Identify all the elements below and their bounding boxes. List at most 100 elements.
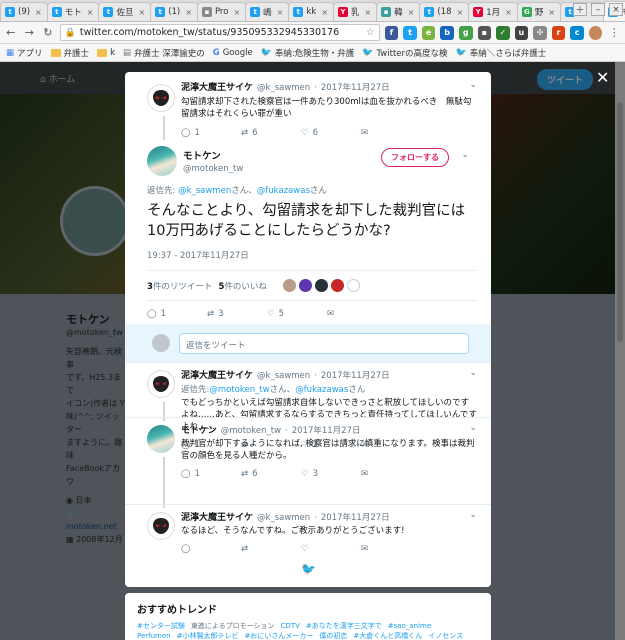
- browser-tab[interactable]: Y 1月 ×: [468, 2, 518, 21]
- reply-button[interactable]: ◯ 1: [147, 309, 203, 319]
- mention-link[interactable]: @motoken_tw: [209, 385, 269, 395]
- tab-close-icon[interactable]: ×: [505, 8, 512, 17]
- chevron-down-icon[interactable]: ⌄: [461, 150, 469, 160]
- author-handle[interactable]: @k_sawmen: [257, 513, 310, 523]
- author-handle[interactable]: @motoken_tw: [221, 426, 281, 436]
- browser-tab[interactable]: t 佐旦 ×: [98, 2, 152, 21]
- author-name[interactable]: モトケン: [181, 423, 217, 436]
- address-bar[interactable]: 🔒 twitter.com/motoken_tw/status/93509533…: [59, 24, 380, 41]
- tab-close-icon[interactable]: ×: [321, 8, 328, 17]
- author-name[interactable]: 泥濘大魔王サイケ: [181, 80, 253, 93]
- liker-avatar[interactable]: [330, 279, 344, 292]
- like-count[interactable]: 5件のいいね: [218, 280, 266, 292]
- close-modal-icon[interactable]: ✕: [596, 68, 609, 87]
- bookmark-item[interactable]: 🐦 Twitterの高度な検: [362, 47, 447, 59]
- red-extension-icon[interactable]: r: [551, 25, 566, 40]
- tab-close-icon[interactable]: ×: [138, 8, 145, 17]
- tweet-date[interactable]: 2017年11月27日: [321, 369, 390, 381]
- bookmark-item[interactable]: ▦ アプリ: [6, 47, 43, 59]
- tweet-date[interactable]: 2017年11月27日: [321, 511, 390, 523]
- motoken-avatar[interactable]: [147, 425, 175, 453]
- dm-button[interactable]: ✉: [361, 128, 417, 138]
- like-button[interactable]: ♡ 3: [301, 469, 357, 479]
- trend-link[interactable]: #センター試験: [137, 622, 185, 630]
- retweet-button[interactable]: ⇄ 6: [241, 469, 297, 479]
- reply-button[interactable]: ◯ 1: [181, 128, 237, 138]
- mention-link[interactable]: @fukazawas: [295, 385, 348, 395]
- profile-avatar-icon[interactable]: [588, 25, 603, 40]
- browser-tab[interactable]: t モト ×: [46, 2, 100, 21]
- mask-avatar[interactable]: [147, 512, 175, 540]
- browser-tab[interactable]: t 嶋 ×: [245, 2, 290, 21]
- bookmark-item[interactable]: k: [97, 48, 115, 58]
- twitter-extension-icon[interactable]: t: [403, 25, 417, 40]
- like-button[interactable]: ♡: [301, 544, 357, 554]
- liker-avatar[interactable]: [298, 279, 312, 292]
- back-icon[interactable]: ←: [4, 26, 18, 40]
- browser-tab[interactable]: t (9) ×: [0, 2, 48, 21]
- tab-close-icon[interactable]: ×: [277, 8, 284, 17]
- url-extension-icon[interactable]: u: [514, 25, 529, 40]
- trend-link[interactable]: #小林賢太郎テレビ: [177, 632, 239, 640]
- reload-icon[interactable]: ↻: [41, 26, 55, 40]
- browser-tab[interactable]: t kk ×: [288, 2, 334, 21]
- check-extension-icon[interactable]: ✓: [496, 25, 510, 40]
- chevron-down-icon[interactable]: ⌄: [469, 80, 477, 90]
- mask-avatar[interactable]: [147, 84, 175, 112]
- follow-button[interactable]: フォローする: [381, 148, 449, 167]
- chevron-down-icon[interactable]: ⌄: [469, 510, 477, 520]
- close-window-icon[interactable]: ×: [609, 3, 623, 16]
- retweet-button[interactable]: ⇄ 3: [207, 309, 263, 319]
- tab-close-icon[interactable]: ×: [457, 8, 464, 17]
- menu-icon[interactable]: ⋮: [607, 26, 621, 40]
- puzzle-extension-icon[interactable]: ✣: [533, 25, 547, 40]
- chevron-down-icon[interactable]: ⌄: [469, 423, 477, 433]
- tab-close-icon[interactable]: ×: [35, 8, 42, 17]
- tab-close-icon[interactable]: ×: [548, 8, 555, 17]
- browser-tab[interactable]: t (1) ×: [150, 2, 198, 21]
- motoken-avatar[interactable]: [147, 146, 177, 176]
- trend-link[interactable]: #sao_anime: [388, 622, 431, 630]
- browser-tab[interactable]: Y 乳 ×: [332, 2, 378, 21]
- bookmark-item[interactable]: G Google: [213, 48, 253, 58]
- dm-button[interactable]: ✉: [361, 469, 417, 479]
- reply-tweet[interactable]: モトケン @motoken_tw · 2017年11月27日 ⌄ 裁判官が却下するようにな…: [125, 423, 491, 508]
- evernote-extension-icon[interactable]: e: [421, 25, 436, 40]
- author-name[interactable]: 泥濘大魔王サイケ: [181, 368, 253, 381]
- author-name[interactable]: 泥濘大魔王サイケ: [181, 510, 253, 523]
- reply-button[interactable]: ◯: [181, 544, 237, 554]
- trend-link[interactable]: #大倉くんと高橋くん: [353, 632, 422, 640]
- mask-avatar[interactable]: [147, 370, 175, 398]
- parent-tweet[interactable]: 泥濘大魔王サイケ @k_sawmen · 2017年11月27日 ⌄ 勾留請求却…: [125, 80, 491, 140]
- liker-avatar[interactable]: [346, 279, 360, 292]
- chevron-down-icon[interactable]: ⌄: [469, 368, 477, 378]
- trend-link[interactable]: #おにいさんメーカー: [245, 632, 314, 640]
- minimize-icon[interactable]: –: [591, 3, 605, 16]
- mention-link[interactable]: @k_sawmen: [178, 186, 231, 196]
- liker-avatar[interactable]: [314, 279, 328, 292]
- bookmark-item[interactable]: ▤ 弁護士 深澤諭史の: [123, 47, 205, 59]
- bookmark-star-icon[interactable]: ☆: [366, 27, 375, 38]
- tab-close-icon[interactable]: ×: [408, 8, 415, 17]
- like-button[interactable]: ♡ 6: [301, 128, 357, 138]
- bookmark-item[interactable]: 弁護士: [50, 47, 89, 59]
- tab-close-icon[interactable]: ×: [185, 8, 192, 17]
- dm-button[interactable]: ✉: [361, 544, 417, 554]
- tab-close-icon[interactable]: ×: [87, 8, 94, 17]
- trend-link[interactable]: Perfumen: [137, 632, 171, 640]
- main-tweet-timestamp[interactable]: 19:37 - 2017年11月27日: [147, 249, 477, 261]
- facebook-extension-icon[interactable]: f: [384, 25, 399, 40]
- retweet-button[interactable]: ⇄ 6: [241, 128, 297, 138]
- browser-tab[interactable]: t (18 ×: [419, 2, 470, 21]
- chat-extension-icon[interactable]: c: [570, 25, 584, 40]
- like-button[interactable]: ♡ 5: [267, 309, 323, 319]
- reply-button[interactable]: ◯ 1: [181, 469, 237, 479]
- trend-link[interactable]: イノセンス: [428, 632, 463, 640]
- browser-tab[interactable]: ▪ 韓 ×: [376, 2, 421, 21]
- dm-button[interactable]: ✉: [327, 309, 383, 319]
- trend-link[interactable]: CDTV: [281, 622, 300, 630]
- liker-avatar[interactable]: [282, 279, 296, 292]
- reply-input[interactable]: 返信をツイート: [179, 333, 469, 354]
- author-handle[interactable]: @k_sawmen: [257, 371, 310, 381]
- main-author[interactable]: モトケン @motoken_tw: [183, 148, 243, 174]
